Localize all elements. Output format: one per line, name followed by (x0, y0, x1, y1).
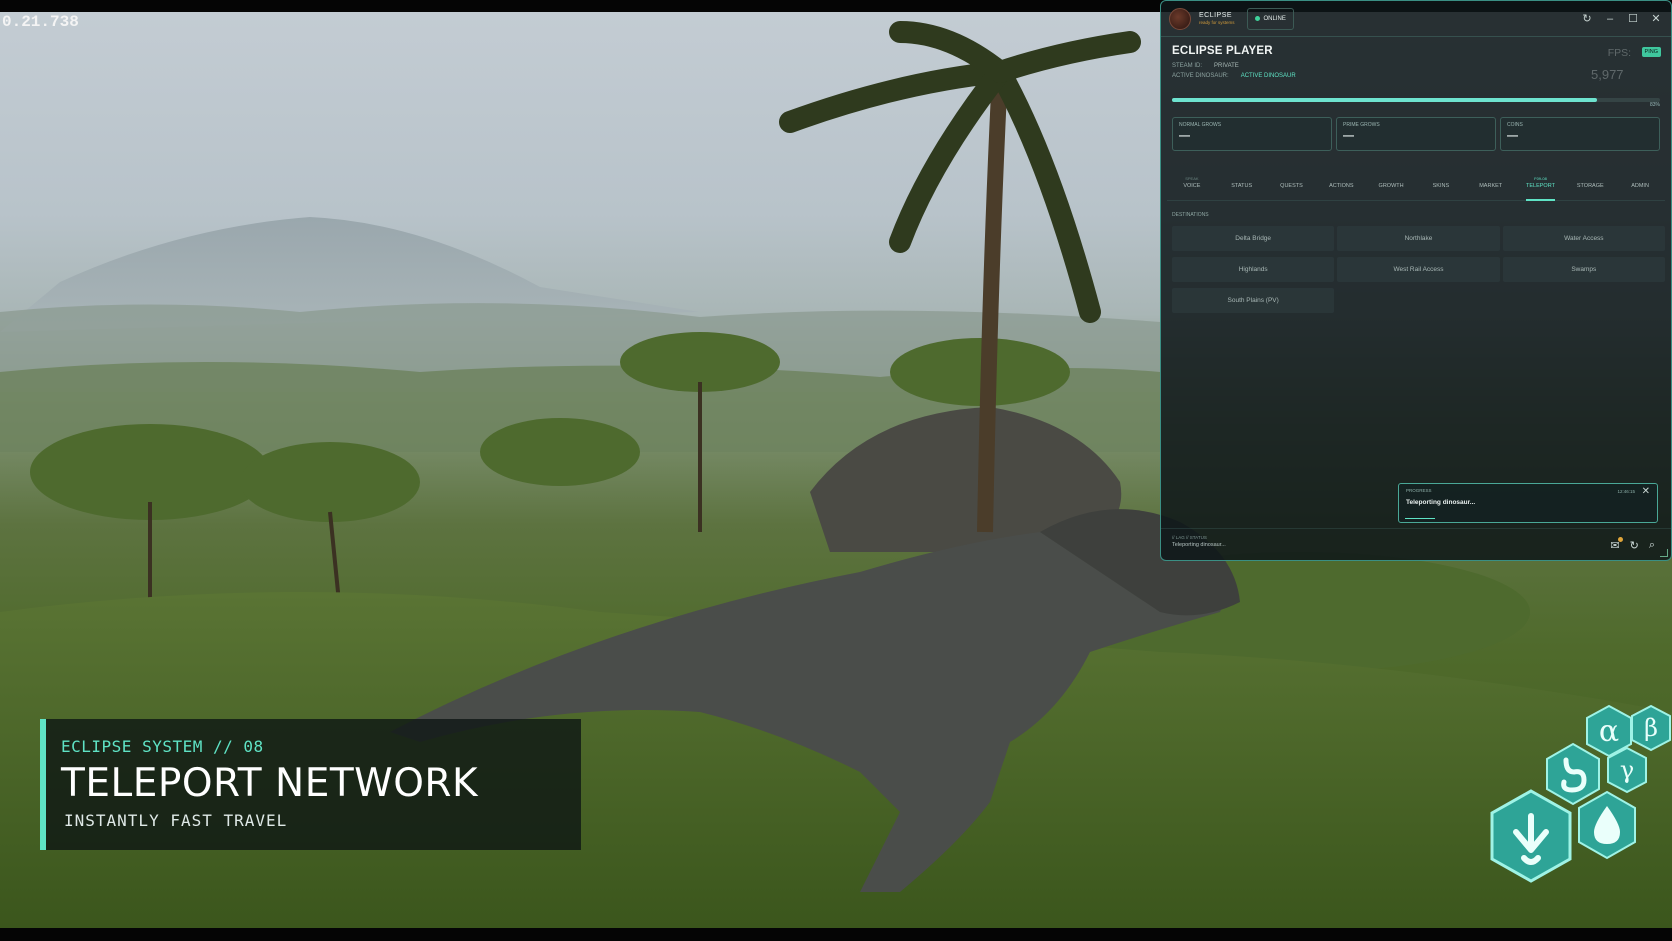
destination-delta-bridge-button[interactable]: Delta Bridge (1172, 226, 1335, 251)
caption-subtitle: INSTANTLY FAST TRAVEL (64, 810, 288, 830)
fps-value: 5,977 (1591, 67, 1624, 82)
toast-title: PROGRESS (1406, 488, 1432, 493)
footer-icons: ✉ ↻ ⌕ (1610, 537, 1655, 552)
tab-quests[interactable]: QUESTS (1267, 171, 1317, 200)
video-timer: 0.21.738 (2, 13, 79, 31)
brand-name: ECLIPSE (1199, 11, 1233, 19)
chat-icon[interactable]: ✉ (1610, 537, 1623, 552)
tab-market[interactable]: MARKET (1466, 171, 1516, 200)
tab-teleport[interactable]: F09-08 TELEPORT (1516, 171, 1566, 201)
caption-eyebrow: ECLIPSE SYSTEM // 08 (61, 737, 264, 756)
tab-skins[interactable]: SKINS (1416, 171, 1466, 200)
tab-label: STORAGE (1576, 183, 1604, 189)
tab-actions[interactable]: ACTIONS (1316, 171, 1366, 200)
stat-normal-grows: NORMAL GROWS — (1172, 117, 1332, 151)
water-ability-icon[interactable] (1576, 790, 1638, 860)
bottom-letterbox (0, 928, 1672, 941)
ping-badge: PING (1641, 46, 1661, 57)
stats-row: NORMAL GROWS — PRIME GROWS — COINS — (1172, 117, 1660, 151)
progress-toast: PROGRESS 12:46:15 ✕ Teleporting dinosaur… (1398, 483, 1658, 523)
online-dot-icon (1254, 16, 1260, 21)
brand-tagline: ready for systems (1199, 19, 1235, 25)
destination-northlake-button[interactable]: Northlake (1337, 226, 1500, 251)
stat-label: PRIME GROWS (1343, 122, 1380, 128)
footer-label: // LAG // STATUS (1172, 535, 1207, 540)
progress-fill (1172, 98, 1597, 102)
progress-percent: 83% (1649, 102, 1660, 108)
online-status-badge: ONLINE (1246, 7, 1294, 30)
fps-label: FPS: (1607, 47, 1632, 59)
tab-sup: SPEAK (1185, 176, 1199, 181)
search-icon[interactable]: ⌕ (1649, 539, 1655, 552)
panel-header: ECLIPSE ready for systems ONLINE ↻ – ☐ ✕ (1161, 1, 1671, 37)
tab-label: SKINS (1432, 183, 1450, 189)
refresh-icon[interactable]: ↻ (1580, 12, 1594, 26)
tab-label: ADMIN (1631, 183, 1649, 189)
active-dino-label: ACTIVE DINOSAUR: (1172, 73, 1229, 79)
tab-status[interactable]: STATUS (1217, 171, 1267, 200)
gamma-glyph: γ (1619, 756, 1635, 784)
minimize-icon[interactable]: – (1603, 12, 1617, 26)
destination-water-access-button[interactable]: Water Access (1502, 226, 1665, 251)
eclipse-panel: ECLIPSE ready for systems ONLINE ↻ – ☐ ✕… (1160, 0, 1672, 561)
tab-voice[interactable]: SPEAK VOICE (1167, 171, 1217, 200)
toast-progress (1405, 518, 1435, 519)
maximize-icon[interactable]: ☐ (1626, 12, 1640, 26)
tab-admin[interactable]: ADMIN (1615, 171, 1665, 200)
tab-sup: F09-08 (1534, 176, 1547, 181)
gamma-ability-icon[interactable]: γ (1606, 746, 1648, 794)
caption-title: TELEPORT NETWORK (61, 761, 479, 806)
stat-value: — (1343, 130, 1354, 142)
destination-swamps-button[interactable]: Swamps (1502, 257, 1665, 282)
steam-id-value: PRIVATE (1214, 63, 1239, 69)
feature-caption: ECLIPSE SYSTEM // 08 TELEPORT NETWORK IN… (40, 719, 581, 850)
destination-south-plains-button[interactable]: South Plains (PV) (1172, 288, 1335, 313)
tab-label: QUESTS (1280, 183, 1303, 189)
beta-glyph: β (1644, 714, 1658, 742)
close-icon[interactable]: ✕ (1649, 12, 1663, 26)
fps-readout: FPS: PING 5,977 (1585, 43, 1661, 82)
tab-label: ACTIONS (1329, 183, 1354, 189)
tab-label: MARKET (1479, 183, 1503, 189)
destinations-heading: DESTINATIONS (1172, 212, 1209, 218)
toast-message: Teleporting dinosaur... (1406, 499, 1476, 506)
online-label: ONLINE (1263, 15, 1286, 22)
footer-status: Teleporting dinosaur... (1172, 542, 1226, 548)
tab-label: VOICE (1183, 183, 1201, 189)
growth-progress-bar (1172, 98, 1660, 102)
refresh-icon[interactable]: ↻ (1630, 539, 1639, 552)
active-dino-value: ACTIVE DINOSAUR (1240, 73, 1296, 79)
panel-footer: // LAG // STATUS Teleporting dinosaur...… (1161, 528, 1671, 560)
stat-label: NORMAL GROWS (1179, 122, 1222, 128)
window-controls: ↻ – ☐ ✕ (1580, 12, 1663, 26)
tab-label: TELEPORT (1526, 183, 1555, 189)
stat-label: COINS (1507, 122, 1523, 128)
footprint-ability-icon[interactable] (1488, 788, 1574, 884)
stat-coins: COINS — (1500, 117, 1660, 151)
tab-storage[interactable]: STORAGE (1565, 171, 1615, 200)
resize-handle-icon[interactable] (1660, 549, 1668, 557)
tab-label: STATUS (1231, 183, 1253, 189)
toast-time: 12:46:15 (1617, 489, 1635, 494)
brand: ECLIPSE ready for systems (1199, 12, 1235, 26)
eclipse-logo (1169, 7, 1191, 30)
stat-value: — (1179, 130, 1190, 142)
stat-prime-grows: PRIME GROWS — (1336, 117, 1496, 151)
ability-hexes: α β γ (1486, 704, 1672, 888)
panel-tabs: SPEAK VOICE STATUS QUESTS ACTIONS GROWTH … (1167, 171, 1665, 201)
stat-value: — (1507, 130, 1518, 142)
steam-id-label: STEAM ID: (1172, 63, 1203, 69)
tab-label: GROWTH (1378, 183, 1404, 189)
tab-growth[interactable]: GROWTH (1366, 171, 1416, 200)
destination-highlands-button[interactable]: Highlands (1172, 257, 1335, 282)
toast-close-icon[interactable]: ✕ (1642, 486, 1650, 497)
destinations-grid: Delta Bridge Northlake Water Access High… (1172, 226, 1665, 313)
beta-ability-icon[interactable]: β (1630, 704, 1672, 752)
destination-west-rail-access-button[interactable]: West Rail Access (1337, 257, 1500, 282)
